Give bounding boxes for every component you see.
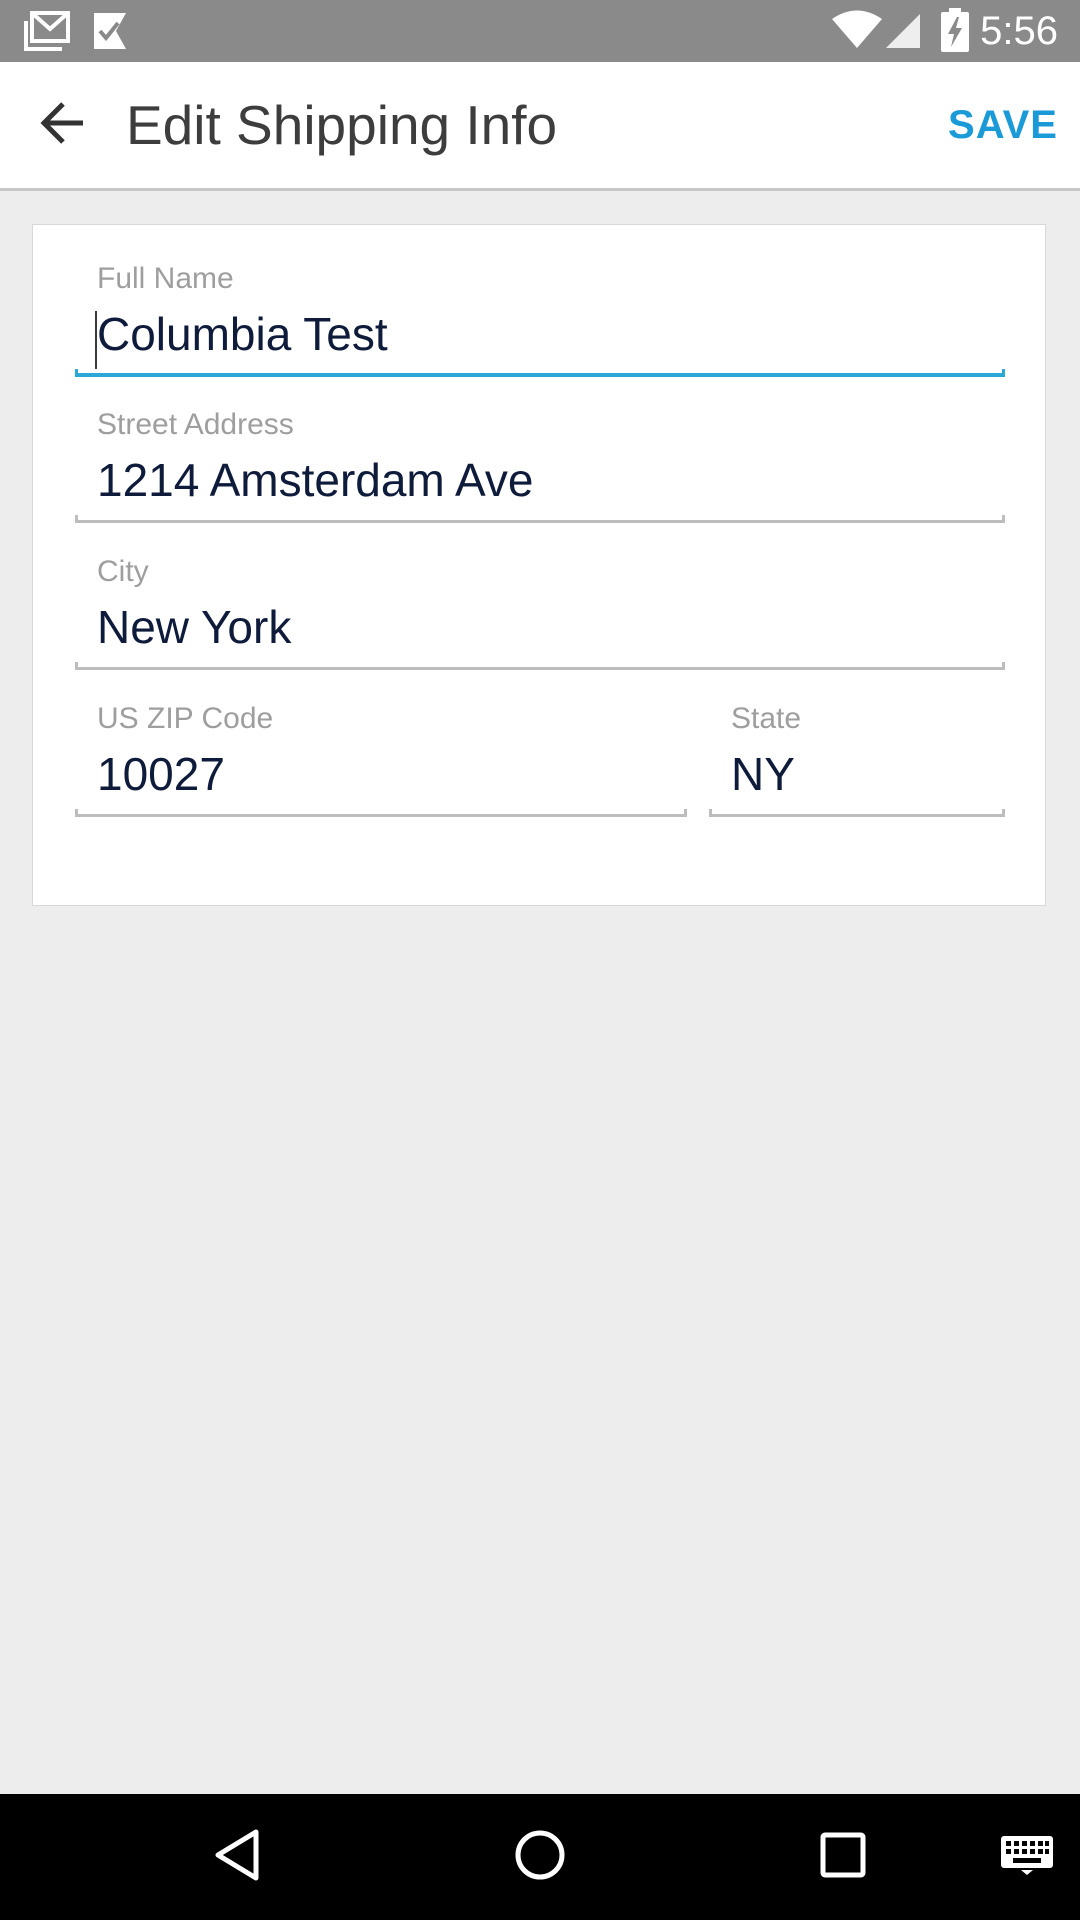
status-time: 5:56 <box>980 9 1058 53</box>
recents-square-icon <box>818 1830 868 1884</box>
street-address-input[interactable]: 1214 Amsterdam Ave <box>97 451 533 509</box>
back-triangle-icon <box>212 1828 262 1886</box>
zip-code-input[interactable]: 10027 <box>97 745 225 803</box>
task-check-icon <box>92 11 128 55</box>
system-nav-bar <box>0 1794 1080 1920</box>
city-underline <box>75 662 1005 670</box>
nav-home-button[interactable] <box>507 1824 573 1890</box>
arrow-back-icon <box>39 99 87 151</box>
zip-code-underline <box>75 809 687 817</box>
zip-code-field[interactable]: US ZIP Code 10027 <box>75 701 687 817</box>
save-button[interactable]: SAVE <box>948 98 1058 152</box>
state-underline <box>709 809 1005 817</box>
battery-charging-icon <box>940 8 970 56</box>
zip-code-label: US ZIP Code <box>97 702 274 735</box>
gmail-icon <box>24 11 70 55</box>
city-label: City <box>97 555 149 588</box>
wifi-icon <box>832 10 882 54</box>
full-name-field[interactable]: Full Name Columbia Test <box>75 261 1005 377</box>
full-name-label: Full Name <box>97 262 234 295</box>
full-name-underline <box>75 369 1005 377</box>
nav-back-button[interactable] <box>204 1824 270 1890</box>
street-address-underline <box>75 515 1005 523</box>
street-address-label: Street Address <box>97 408 294 441</box>
city-field[interactable]: City New York <box>75 554 1005 670</box>
state-label: State <box>731 702 802 735</box>
back-button[interactable] <box>30 92 96 158</box>
shipping-form-card: Full Name Columbia Test Street Address 1… <box>32 224 1046 906</box>
street-address-field[interactable]: Street Address 1214 Amsterdam Ave <box>75 407 1005 523</box>
signal-icon <box>884 12 922 54</box>
nav-recents-button[interactable] <box>810 1824 876 1890</box>
keyboard-icon <box>999 1834 1055 1880</box>
status-bar: 5:56 <box>0 0 1080 62</box>
state-input[interactable]: NY <box>731 745 795 803</box>
page-title: Edit Shipping Info <box>126 94 558 156</box>
city-input[interactable]: New York <box>97 598 291 656</box>
nav-keyboard-button[interactable] <box>994 1824 1060 1890</box>
full-name-input[interactable]: Columbia Test <box>97 305 388 363</box>
home-circle-icon <box>513 1828 567 1886</box>
state-field[interactable]: State NY <box>709 701 1005 817</box>
app-bar: Edit Shipping Info SAVE <box>0 62 1080 191</box>
